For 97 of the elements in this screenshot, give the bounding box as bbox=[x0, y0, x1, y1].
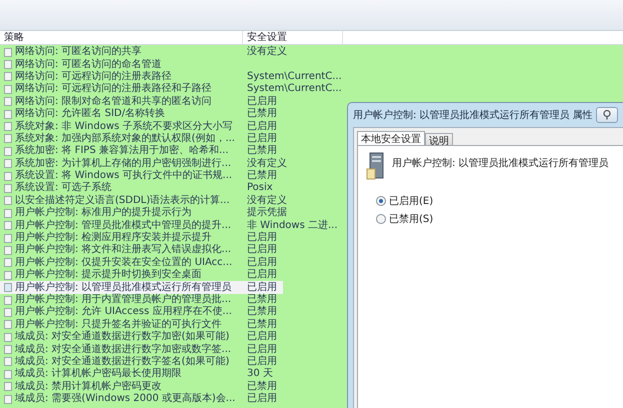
policy-name: 域成员: 禁用计算机帐户密码更改 bbox=[15, 380, 163, 392]
policy-name: 域成员: 计算机帐户密码最长使用期限 bbox=[15, 368, 183, 380]
policy-name: 网络访问: 可远程访问的注册表路径 bbox=[15, 70, 173, 82]
security-setting: 已禁用 bbox=[247, 170, 277, 182]
policy-row[interactable]: 系统设置: 将 Windows 可执行文件中的证书规... 已禁用 bbox=[0, 170, 283, 182]
policy-row[interactable]: 网络访问: 可匿名访问的共享 没有定义 bbox=[0, 46, 293, 58]
security-setting: 非 Windows 二进... bbox=[247, 220, 338, 232]
policy-row[interactable]: 用户帐户控制: 允许 UIAccess 应用程序在不使... 已禁用 bbox=[0, 306, 283, 319]
radio-option[interactable]: 已禁用(S) bbox=[376, 212, 623, 226]
security-setting: System\CurrentC... bbox=[247, 70, 342, 83]
policy-name: 系统设置: 可选子系统 bbox=[15, 182, 113, 194]
dialog-tab[interactable]: 说明 bbox=[425, 133, 453, 145]
policy-name: 用户帐户控制: 以管理员批准模式运行所有管理员 bbox=[15, 282, 233, 294]
security-setting: 已禁用 bbox=[247, 294, 277, 306]
policy-row[interactable]: 域成员: 对安全通道数据进行数字加密(如果可能) 已启用 bbox=[0, 330, 283, 344]
help-icon bbox=[603, 110, 611, 120]
policy-name: 以安全描述符定义语言(SDDL)语法表示的计算... bbox=[15, 194, 231, 206]
security-setting: System\CurrentC... bbox=[247, 83, 342, 96]
security-setting: 已启用 bbox=[247, 120, 277, 132]
dialog-title: 用户帐户控制: 以管理员批准模式运行所有管理员 属性 bbox=[353, 108, 594, 122]
security-setting: 已启用 bbox=[247, 269, 277, 282]
security-setting: 已禁用 bbox=[247, 145, 277, 158]
policy-name: 用户帐户控制: 标准用户的提升提示行为 bbox=[15, 207, 193, 220]
policy-row[interactable]: 用户帐户控制: 提示提升时切换到安全桌面 已启用 bbox=[0, 269, 283, 282]
help-button[interactable] bbox=[596, 107, 618, 123]
policy-name: 域成员: 对安全通道数据进行数字加密(如果可能) bbox=[15, 331, 230, 344]
security-setting: 已启用 bbox=[247, 331, 277, 344]
policy-row[interactable]: 用户帐户控制: 检测应用程序安装并提示提升 已启用 bbox=[0, 232, 283, 244]
policy-row[interactable]: 用户帐户控制: 仅提升安装在安全位置的 UIAcc... 已启用 bbox=[0, 256, 283, 270]
policy-row[interactable]: 用户帐户控制: 用于内置管理员帐户的管理员批... 已禁用 bbox=[0, 294, 283, 306]
policy-name: 系统设置: 将 Windows 可执行文件中的证书规... bbox=[15, 170, 234, 182]
policy-name: 域成员: 对安全通道数据进行数字签名(如果可能) bbox=[15, 356, 230, 368]
policy-name: 网络访问: 可匿名访问的命名管道 bbox=[15, 58, 163, 70]
policy-name: 用户帐户控制: 检测应用程序安装并提示提升 bbox=[15, 232, 213, 244]
policy-row[interactable]: 网络访问: 允许匿名 SID/名称转换 已禁用 bbox=[0, 108, 283, 120]
policy-row[interactable]: 域成员: 对安全通道数据进行数字签名(如果可能) 已启用 bbox=[0, 356, 283, 368]
security-setting: 已禁用 bbox=[247, 380, 277, 392]
server-icon bbox=[366, 152, 386, 180]
security-setting: 已启用 bbox=[247, 393, 277, 406]
policy-row[interactable]: 用户帐户控制: 管理员批准模式中管理员的提升... 非 Windows 二进... bbox=[0, 219, 344, 232]
dialog-tab[interactable]: 本地安全设置 bbox=[357, 131, 425, 145]
security-setting: 已禁用 bbox=[247, 318, 277, 330]
policy-row[interactable]: 域成员: 禁用计算机帐户密码更改 已禁用 bbox=[0, 380, 283, 393]
security-setting: 已启用 bbox=[247, 344, 277, 356]
policy-name: 网络访问: 可匿名访问的共享 bbox=[15, 46, 143, 58]
security-setting: 已启用 bbox=[247, 96, 277, 108]
policy-name: 用户帐户控制: 将文件和注册表写入错误虚拟化... bbox=[15, 244, 232, 256]
policy-name: 网络访问: 限制对命名管道和共享的匿名访问 bbox=[15, 96, 213, 108]
policy-name: 域成员: 需要强(Windows 2000 或更高版本)会... bbox=[15, 393, 236, 406]
policy-name: 网络访问: 可远程访问的注册表路径和子路径 bbox=[15, 83, 213, 96]
policy-name: 用户帐户控制: 仅提升安装在安全位置的 UIAcc... bbox=[15, 256, 234, 268]
security-setting: 已启用 bbox=[247, 256, 277, 268]
security-setting: 已禁用 bbox=[247, 108, 277, 120]
policy-row[interactable]: 网络访问: 可匿名访问的命名管道 bbox=[0, 58, 267, 71]
column-header[interactable]: 安全设置 bbox=[243, 31, 343, 44]
policy-row[interactable]: 域成员: 计算机帐户密码最长使用期限 30 天 bbox=[0, 368, 279, 381]
security-setting: 已启用 bbox=[247, 356, 277, 368]
policy-row[interactable]: 网络访问: 可远程访问的注册表路径 System\CurrentC... bbox=[0, 70, 348, 84]
security-setting: 已启用 bbox=[247, 232, 277, 244]
security-setting: Posix bbox=[247, 182, 273, 194]
radio-option[interactable]: 已启用(E) bbox=[376, 194, 623, 208]
policy-row[interactable]: 系统加密: 为计算机上存储的用户密钥强制进行... 没有定义 bbox=[0, 158, 293, 170]
security-setting: 已启用 bbox=[247, 244, 277, 256]
security-setting: 没有定义 bbox=[247, 194, 287, 207]
policy-name: 系统对象: 加强内部系统对象的默认权限(例如，... bbox=[15, 132, 236, 144]
policy-title: 用户帐户控制: 以管理员批准模式运行所有管理员 bbox=[392, 156, 609, 170]
policy-name: 域成员: 对安全通道数据进行数字加密或数字签... bbox=[15, 344, 232, 356]
policy-name: 系统对象: 非 Windows 子系统不要求区分大小写 bbox=[15, 120, 234, 132]
policy-row[interactable]: 用户帐户控制: 标准用户的提升提示行为 提示凭据 bbox=[0, 207, 293, 220]
policy-name: 用户帐户控制: 允许 UIAccess 应用程序在不使... bbox=[15, 306, 233, 318]
policy-name: 用户帐户控制: 管理员批准模式中管理员的提升... bbox=[15, 220, 232, 232]
policy-name: 用户帐户控制: 提示提升时切换到安全桌面 bbox=[15, 269, 203, 282]
policy-row[interactable]: 用户帐户控制: 将文件和注册表写入错误虚拟化... 已启用 bbox=[0, 244, 283, 257]
policy-row[interactable]: 系统加密: 将 FIPS 兼容算法用于加密、哈希和... 已禁用 bbox=[0, 145, 283, 158]
policy-row[interactable]: 系统对象: 非 Windows 子系统不要求区分大小写 已启用 bbox=[0, 120, 283, 133]
security-setting: 提示凭据 bbox=[247, 207, 287, 220]
security-setting: 已启用 bbox=[247, 132, 277, 144]
security-setting: 已启用 bbox=[247, 282, 277, 294]
policy-row[interactable]: 域成员: 需要强(Windows 2000 或更高版本)会... 已启用 bbox=[0, 392, 283, 406]
policy-name: 用户帐户控制: 用于内置管理员帐户的管理员批... bbox=[15, 294, 232, 306]
security-setting: 已禁用 bbox=[247, 306, 277, 318]
security-setting: 没有定义 bbox=[247, 158, 287, 170]
security-setting: 30 天 bbox=[247, 368, 273, 380]
security-setting: 没有定义 bbox=[247, 46, 287, 58]
policy-row[interactable]: 网络访问: 限制对命名管道和共享的匿名访问 已启用 bbox=[0, 96, 283, 108]
policy-row[interactable]: 系统设置: 可选子系统 Posix bbox=[0, 182, 279, 195]
policy-row[interactable]: 系统对象: 加强内部系统对象的默认权限(例如，... 已启用 bbox=[0, 132, 283, 146]
policy-row[interactable]: 网络访问: 可远程访问的注册表路径和子路径 System\CurrentC... bbox=[0, 83, 348, 96]
column-header[interactable]: 策略 bbox=[0, 31, 243, 44]
policy-row[interactable]: 用户帐户控制: 只提升签名并验证的可执行文件 已禁用 bbox=[0, 318, 283, 331]
policy-name: 用户帐户控制: 只提升签名并验证的可执行文件 bbox=[15, 318, 223, 330]
policy-name: 系统加密: 为计算机上存储的用户密钥强制进行... bbox=[15, 158, 232, 170]
policy-name: 网络访问: 允许匿名 SID/名称转换 bbox=[15, 108, 166, 120]
policy-row[interactable]: 以安全描述符定义语言(SDDL)语法表示的计算... 没有定义 bbox=[0, 194, 293, 208]
policy-name: 系统加密: 将 FIPS 兼容算法用于加密、哈希和... bbox=[15, 145, 230, 158]
policy-row[interactable]: 域成员: 对安全通道数据进行数字加密或数字签... 已启用 bbox=[0, 343, 283, 356]
policy-row[interactable]: 用户帐户控制: 以管理员批准模式运行所有管理员 已启用 bbox=[0, 281, 283, 294]
